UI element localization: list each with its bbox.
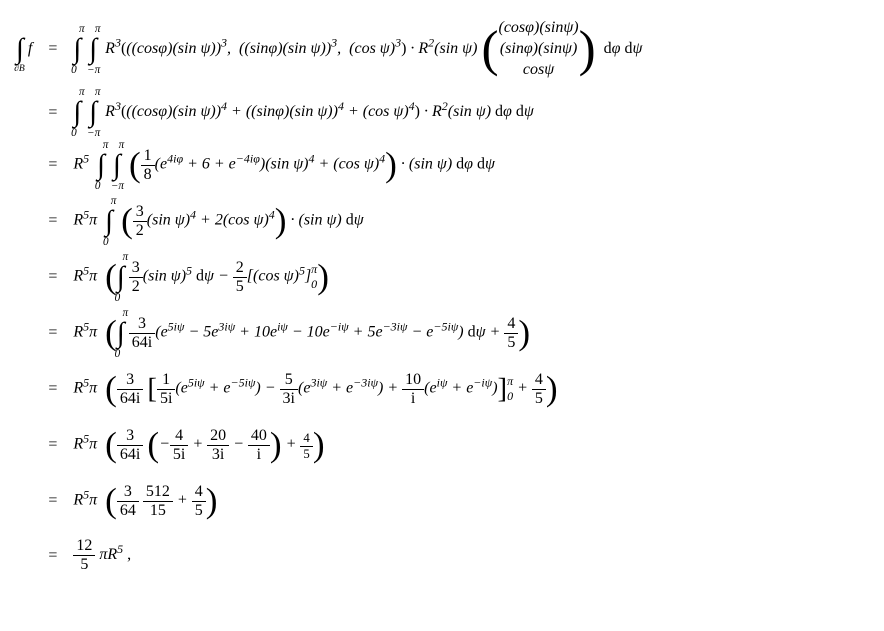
lhs: ∫∂B f xyxy=(10,10,38,88)
rhs-4: R5π ∫π0 (32(sin ψ)4 + 2(cos ψ)4) · (sin … xyxy=(67,193,648,249)
rhs-3: R5 ∫π0 ∫π−π (18(e4iφ + 6 + e−4iφ)(sin ψ)… xyxy=(67,137,648,193)
eq-sign: = xyxy=(38,10,67,88)
eq-row-6: = R5π (∫π0 364i(e5iψ − 5e3iψ + 10eiψ − 1… xyxy=(10,305,648,361)
eq-row-3: = R5 ∫π0 ∫π−π (18(e4iφ + 6 + e−4iφ)(sin … xyxy=(10,137,648,193)
rhs-7: R5π (364i [15i(e5iψ + e−5iψ) − 53i(e3iψ … xyxy=(67,361,648,417)
rhs-6: R5π (∫π0 364i(e5iψ − 5e3iψ + 10eiψ − 10e… xyxy=(67,305,648,361)
rhs-1: ∫π0 ∫π−π R3(((cosφ)(sin ψ))3, ((sinφ)(si… xyxy=(67,10,648,88)
rhs-2: ∫π0 ∫π−π R3(((cosφ)(sin ψ))4 + ((sinφ)(s… xyxy=(67,88,648,137)
rhs-8: R5π (364i (−45i + 203i − 40i) + 45) xyxy=(67,417,648,473)
eq-row-8: = R5π (364i (−45i + 203i − 40i) + 45) xyxy=(10,417,648,473)
eq-row-4: = R5π ∫π0 (32(sin ψ)4 + 2(cos ψ)4) · (si… xyxy=(10,193,648,249)
rhs-9: R5π (364 51215 + 45) xyxy=(67,473,648,529)
rhs-10: 125 πR5 , xyxy=(67,529,648,582)
eq-row-1: ∫∂B f = ∫π0 ∫π−π R3(((cosφ)(sin ψ))3, ((… xyxy=(10,10,648,88)
equation-block: ∫∂B f = ∫π0 ∫π−π R3(((cosφ)(sin ψ))3, ((… xyxy=(10,10,648,582)
eq-row-7: = R5π (364i [15i(e5iψ + e−5iψ) − 53i(e3i… xyxy=(10,361,648,417)
eq-row-5: = R5π (∫π0 32(sin ψ)5 dψ − 25[(cos ψ)5]π… xyxy=(10,249,648,305)
eq-row-9: = R5π (364 51215 + 45) xyxy=(10,473,648,529)
rhs-5: R5π (∫π0 32(sin ψ)5 dψ − 25[(cos ψ)5]π0) xyxy=(67,249,648,305)
eq-row-10: = 125 πR5 , xyxy=(10,529,648,582)
eq-row-2: = ∫π0 ∫π−π R3(((cosφ)(sin ψ))4 + ((sinφ)… xyxy=(10,88,648,137)
